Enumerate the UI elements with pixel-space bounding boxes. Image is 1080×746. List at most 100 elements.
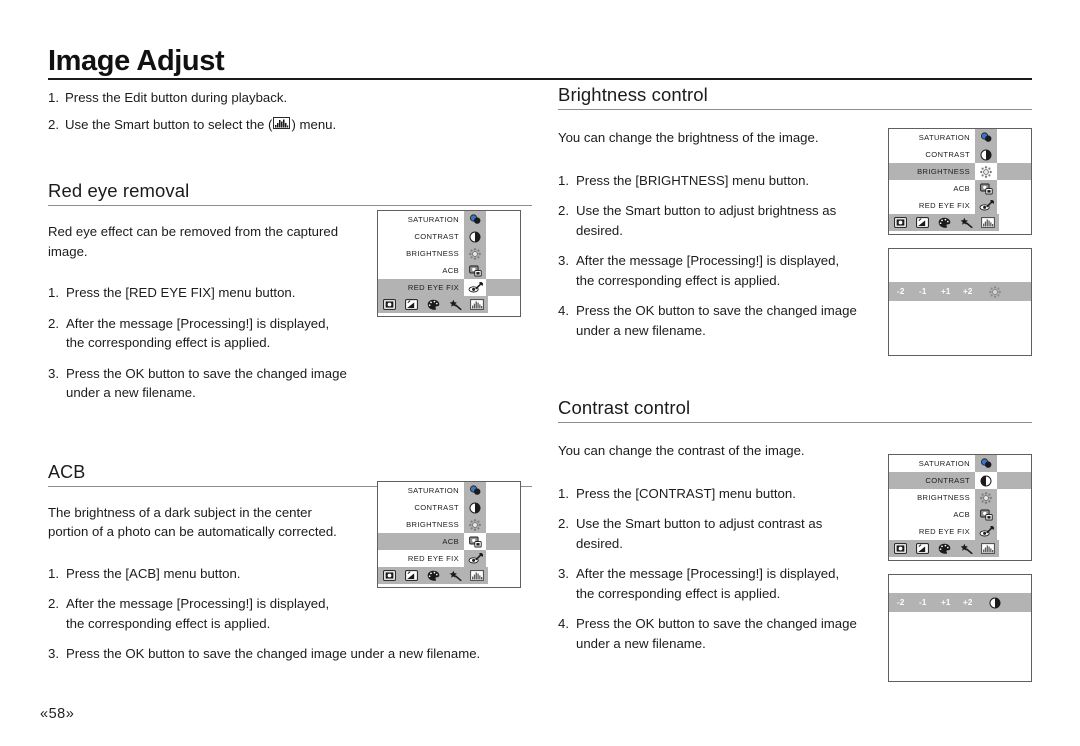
menu-row-label: SATURATION (918, 133, 970, 142)
menu-row-saturation[interactable]: SATURATION (889, 129, 1031, 146)
menu-toolbar[interactable] (378, 296, 520, 313)
toolbar-tail (488, 567, 520, 584)
rotate-icon[interactable] (911, 541, 933, 556)
step-text: Use the Smart button to adjust contrast … (576, 514, 880, 553)
red-eye-fix-icon (464, 550, 486, 567)
scale-value[interactable]: +2 (963, 598, 985, 607)
red-eye-fix-icon (464, 279, 486, 296)
brightness-steps: 1. Press the [BRIGHTNESS] menu button. 2… (558, 171, 880, 341)
histogram-icon (273, 117, 291, 129)
rotate-icon[interactable] (400, 297, 422, 312)
menu-row-label: RED EYE FIX (407, 554, 459, 563)
menu-toolbar[interactable] (378, 567, 520, 584)
step-item: 3. Press the OK button to save the chang… (48, 364, 378, 403)
intro-item-text: Use the Smart button to select the ( (65, 117, 273, 132)
step-text-line1: Press the OK button to save the changed … (66, 365, 347, 381)
scale-value[interactable]: -2 (897, 598, 919, 607)
menu-row-brightness[interactable]: BRIGHTNESS (889, 163, 1031, 180)
contrast-steps: 1. Press the [CONTRAST] menu button. 2. … (558, 484, 880, 654)
menu-row-saturation[interactable]: SATURATION (378, 211, 520, 228)
camera-menu-panel-red-eye[interactable]: SATURATION CONTRAST BRIGHTNESS ACB RED E… (377, 210, 521, 317)
page-number: «58» (40, 706, 75, 722)
contrast-value-panel[interactable]: -2 -1 +1 +2 (888, 574, 1032, 682)
menu-row-acb[interactable]: ACB (889, 180, 1031, 197)
menu-row-tail (486, 211, 520, 228)
menu-row-brightness[interactable]: BRIGHTNESS (378, 245, 520, 262)
menu-row-tail (997, 129, 1031, 146)
step-number: 3. (48, 646, 59, 661)
acb-description-line2: portion of a photo can be automatically … (48, 524, 337, 539)
brightness-value-panel[interactable]: -2 -1 +1 +2 (888, 248, 1032, 356)
scale-value[interactable]: -2 (897, 287, 919, 296)
acb-icon (975, 506, 997, 523)
menu-row-contrast[interactable]: CONTRAST (378, 499, 520, 516)
menu-row-saturation[interactable]: SATURATION (889, 455, 1031, 472)
menu-row-saturation[interactable]: SATURATION (378, 482, 520, 499)
contrast-icon (464, 228, 486, 245)
menu-row-contrast[interactable]: CONTRAST (889, 472, 1031, 489)
scale-value[interactable]: -1 (919, 287, 941, 296)
menu-row-label: RED EYE FIX (918, 201, 970, 210)
step-text-line1: After the message [Processing!] is displ… (576, 566, 840, 581)
resize-icon[interactable] (889, 215, 911, 230)
scale-value[interactable]: -1 (919, 598, 941, 607)
scale-value[interactable]: +2 (963, 287, 985, 296)
step-text: Press the OK button to save the changed … (66, 364, 378, 403)
rotate-icon[interactable] (400, 568, 422, 583)
camera-menu-panel-brightness[interactable]: SATURATION CONTRAST BRIGHTNESS ACB RED E… (888, 128, 1032, 235)
menu-row-brightness[interactable]: BRIGHTNESS (889, 489, 1031, 506)
menu-row-red-eye-fix[interactable]: RED EYE FIX (378, 550, 520, 567)
step-text-line2: the corresponding effect is applied. (66, 615, 271, 631)
brightness-icon (975, 163, 997, 180)
menu-row-acb[interactable]: ACB (378, 533, 520, 550)
camera-menu-panel-acb[interactable]: SATURATION CONTRAST BRIGHTNESS ACB RED E… (377, 481, 521, 588)
histogram-icon[interactable] (466, 568, 488, 583)
menu-row-acb[interactable]: ACB (378, 262, 520, 279)
menu-row-contrast[interactable]: CONTRAST (889, 146, 1031, 163)
effect-wand-icon[interactable] (444, 297, 466, 312)
histogram-icon[interactable] (977, 215, 999, 230)
menu-row-acb[interactable]: ACB (889, 506, 1031, 523)
scale-value[interactable]: +1 (941, 287, 963, 296)
menu-row-label: BRIGHTNESS (917, 167, 970, 176)
resize-icon[interactable] (378, 297, 400, 312)
menu-row-contrast[interactable]: CONTRAST (378, 228, 520, 245)
camera-menu-panel-contrast[interactable]: SATURATION CONTRAST BRIGHTNESS ACB RED E… (888, 454, 1032, 561)
step-text-line1: Press the OK button to save the changed … (576, 303, 857, 318)
step-number: 2. (48, 596, 59, 611)
menu-row-label: BRIGHTNESS (917, 493, 970, 502)
rotate-icon[interactable] (911, 215, 933, 230)
menu-row-red-eye-fix[interactable]: RED EYE FIX (378, 279, 520, 296)
scale-value[interactable]: +1 (941, 598, 963, 607)
step-text: Press the OK button to save the changed … (576, 614, 880, 653)
palette-icon[interactable] (933, 215, 955, 230)
toolbar-tail (999, 214, 1031, 231)
histogram-icon[interactable] (977, 541, 999, 556)
acb-icon (464, 262, 486, 279)
menu-row-brightness[interactable]: BRIGHTNESS (378, 516, 520, 533)
effect-wand-icon[interactable] (955, 541, 977, 556)
menu-toolbar[interactable] (889, 540, 1031, 557)
menu-row-tail (486, 550, 520, 567)
menu-row-tail (997, 146, 1031, 163)
menu-row-red-eye-fix[interactable]: RED EYE FIX (889, 523, 1031, 540)
step-text: Use the Smart button to adjust brightnes… (576, 201, 880, 240)
brightness-value-scale[interactable]: -2 -1 +1 +2 (889, 282, 1031, 301)
menu-row-red-eye-fix[interactable]: RED EYE FIX (889, 197, 1031, 214)
effect-wand-icon[interactable] (955, 215, 977, 230)
step-number: 2. (558, 203, 569, 218)
saturation-icon (975, 455, 997, 472)
effect-wand-icon[interactable] (444, 568, 466, 583)
contrast-value-scale[interactable]: -2 -1 +1 +2 (889, 593, 1031, 612)
histogram-icon[interactable] (466, 297, 488, 312)
menu-toolbar[interactable] (889, 214, 1031, 231)
resize-icon[interactable] (889, 541, 911, 556)
contrast-icon (989, 597, 1001, 609)
palette-icon[interactable] (422, 568, 444, 583)
palette-icon[interactable] (422, 297, 444, 312)
menu-row-label: SATURATION (918, 459, 970, 468)
step-text-line2: the corresponding effect is applied. (576, 272, 781, 288)
menu-row-tail (997, 197, 1031, 214)
palette-icon[interactable] (933, 541, 955, 556)
resize-icon[interactable] (378, 568, 400, 583)
